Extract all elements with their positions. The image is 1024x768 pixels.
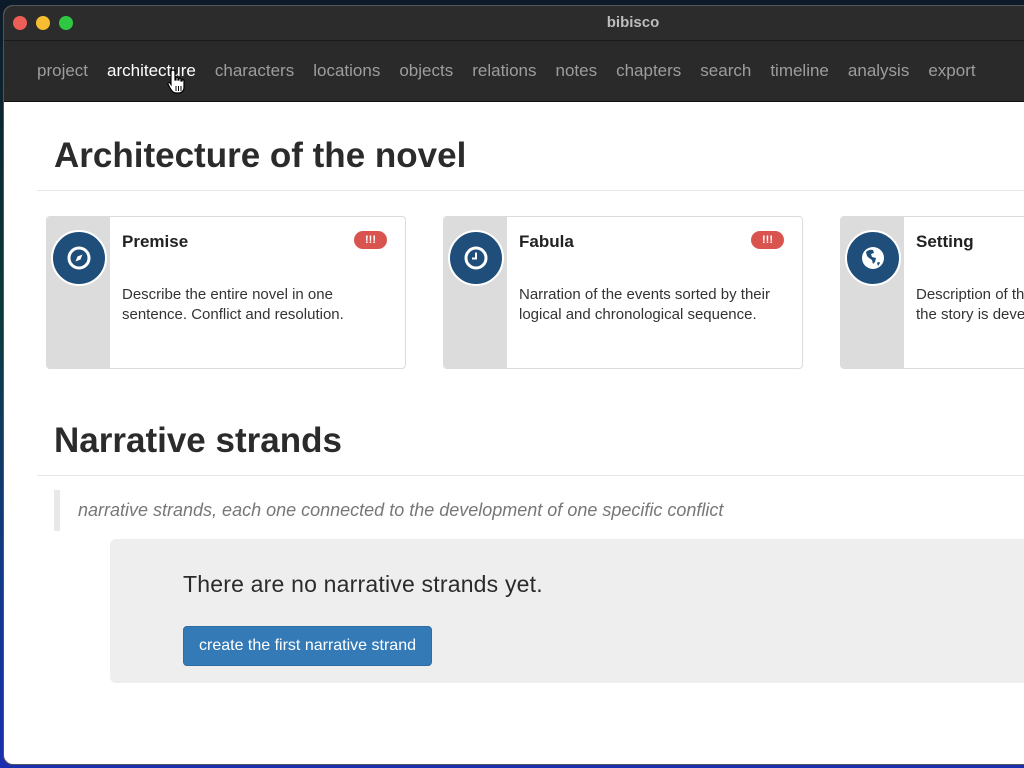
card-description: Narration of the events sorted by their … [519,286,770,323]
architecture-header: Architecture of the novel [37,102,1024,191]
card-description: Description of the social context where … [916,286,1024,323]
globe-icon [845,230,901,286]
clock-icon [448,230,504,286]
nav-item-analysis[interactable]: analysis [848,61,909,81]
card-icon-area [47,217,110,368]
status-badge: !!! [751,231,784,249]
status-badge: !!! [354,231,387,249]
narrative-strands-header: Narrative strands [37,421,1024,476]
nav-item-characters[interactable]: characters [215,61,294,81]
section-title: Narrative strands [54,421,342,460]
narrative-strands-description: narrative strands, each one connected to… [54,490,1024,531]
nav-item-timeline[interactable]: timeline [770,61,829,81]
nav-item-export[interactable]: export [928,61,975,81]
nav-item-search[interactable]: search [700,61,751,81]
nav-item-architecture[interactable]: architecture [107,61,196,94]
create-narrative-strand-button[interactable]: create the first narrative strand [183,626,432,666]
main-navbar: project architecture characters location… [4,41,1024,102]
nav-item-locations[interactable]: locations [313,61,380,81]
page-title: Architecture of the novel [54,136,467,175]
architecture-cards: Premise !!! Describe the entire novel in… [37,216,1024,369]
empty-state-message: There are no narrative strands yet. [183,571,543,597]
card-body: Fabula !!! Narration of the events sorte… [507,217,802,368]
nav-item-objects[interactable]: objects [399,61,453,81]
setting-card[interactable]: Setting Description of the social contex… [840,216,1024,369]
nav-item-relations[interactable]: relations [472,61,536,81]
window-title: bibisco [606,14,660,31]
hand-pointer-cursor-icon [167,69,185,94]
card-title: Premise [122,232,189,251]
nav-item-chapters[interactable]: chapters [616,61,681,81]
nav-item-project[interactable]: project [37,61,88,81]
empty-state-panel: There are no narrative strands yet. crea… [110,539,1024,683]
card-icon-area [444,217,507,368]
nav-item-notes[interactable]: notes [555,61,597,81]
card-icon-area [841,217,904,368]
card-title: Fabula [519,232,574,251]
card-title: Setting [916,232,974,251]
card-description: Describe the entire novel in one sentenc… [122,286,344,323]
card-body: Premise !!! Describe the entire novel in… [110,217,405,368]
fabula-card[interactable]: Fabula !!! Narration of the events sorte… [443,216,803,369]
premise-card[interactable]: Premise !!! Describe the entire novel in… [46,216,406,369]
title-bar: bibisco [4,6,1024,41]
main-content: Architecture of the novel Premise !!! De… [4,102,1024,683]
app-window: bibisco project architecture characters … [3,5,1024,765]
compass-icon [51,230,107,286]
card-body: Setting Description of the social contex… [904,217,1024,368]
